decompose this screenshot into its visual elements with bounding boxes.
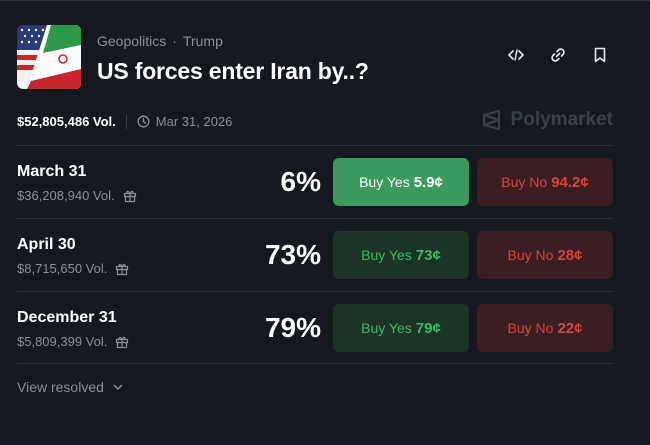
polymarket-icon (482, 110, 500, 130)
end-date-text: Mar 31, 2026 (155, 114, 233, 129)
outcome-row[interactable]: December 31 $5,809,399 Vol. 79% Buy Yes … (17, 291, 613, 364)
header-actions (506, 45, 610, 65)
code-icon (508, 49, 524, 61)
total-volume: $52,805,486 Vol. (17, 114, 116, 129)
breadcrumb-separator: · (172, 33, 177, 49)
outcome-volume: $8,715,650 Vol. (17, 261, 129, 276)
buy-no-label: Buy No (501, 174, 548, 190)
outcome-label: March 31 (17, 163, 87, 180)
outcome-volume-text: $36,208,940 Vol. (17, 188, 115, 203)
buy-no-button[interactable]: Buy No 94.2¢ (477, 158, 613, 206)
end-date: Mar 31, 2026 (137, 114, 233, 129)
outcome-row[interactable]: March 31 $36,208,940 Vol. 6% Buy Yes 5.9… (17, 145, 613, 218)
bookmark-icon (594, 47, 606, 63)
breadcrumb-trump[interactable]: Trump (183, 33, 223, 49)
buy-no-price: 94.2¢ (551, 173, 589, 191)
brand-name: Polymarket (510, 109, 613, 130)
buy-yes-label: Buy Yes (359, 174, 410, 190)
buy-no-label: Buy No (507, 247, 554, 263)
buy-yes-button[interactable]: Buy Yes 5.9¢ (333, 158, 469, 206)
bookmark-button[interactable] (590, 45, 610, 65)
buy-yes-price: 5.9¢ (413, 173, 443, 191)
outcome-percent: 79% (264, 312, 321, 343)
outcome-volume: $5,809,399 Vol. (17, 334, 129, 349)
polymarket-logo: Polymarket (481, 109, 613, 131)
view-resolved-button[interactable]: View resolved (17, 379, 124, 395)
buy-no-price: 22¢ (557, 319, 583, 337)
buy-yes-price: 79¢ (415, 319, 441, 337)
view-resolved-label: View resolved (17, 379, 104, 395)
outcome-volume-text: $5,809,399 Vol. (17, 334, 108, 349)
chevron-down-icon (113, 384, 123, 390)
market-card: Geopolitics · Trump US forces enter Iran… (0, 0, 650, 445)
meta-divider (125, 114, 127, 129)
buy-no-button[interactable]: Buy No 22¢ (477, 304, 613, 352)
copy-link-button[interactable] (548, 45, 568, 65)
gift-icon[interactable] (115, 335, 129, 349)
buy-no-price: 28¢ (557, 246, 583, 264)
gift-icon[interactable] (123, 189, 137, 203)
outcome-percent: 73% (264, 239, 321, 270)
market-thumbnail[interactable] (17, 25, 81, 89)
gift-icon[interactable] (115, 262, 129, 276)
market-title: US forces enter Iran by..? (97, 58, 369, 84)
outcome-volume: $36,208,940 Vol. (17, 188, 137, 203)
outcome-label: December 31 (17, 309, 117, 326)
outcome-percent: 6% (280, 166, 321, 197)
breadcrumb: Geopolitics · Trump (97, 33, 223, 49)
outcome-volume-text: $8,715,650 Vol. (17, 261, 108, 276)
buy-no-button[interactable]: Buy No 28¢ (477, 231, 613, 279)
buy-yes-label: Buy Yes (361, 320, 412, 336)
buy-yes-price: 73¢ (415, 246, 441, 264)
buy-no-label: Buy No (507, 320, 554, 336)
link-icon (551, 48, 565, 62)
outcome-label: April 30 (17, 236, 76, 253)
clock-icon (137, 115, 150, 128)
outcome-row[interactable]: April 30 $8,715,650 Vol. 73% Buy Yes 73¢… (17, 218, 613, 291)
buy-yes-label: Buy Yes (361, 247, 412, 263)
buy-yes-button[interactable]: Buy Yes 79¢ (333, 304, 469, 352)
outcome-list: March 31 $36,208,940 Vol. 6% Buy Yes 5.9… (17, 145, 613, 364)
buy-yes-button[interactable]: Buy Yes 73¢ (333, 231, 469, 279)
breadcrumb-geopolitics[interactable]: Geopolitics (97, 33, 166, 49)
embed-button[interactable] (506, 45, 526, 65)
market-meta: $52,805,486 Vol. Mar 31, 2026 (17, 114, 232, 129)
